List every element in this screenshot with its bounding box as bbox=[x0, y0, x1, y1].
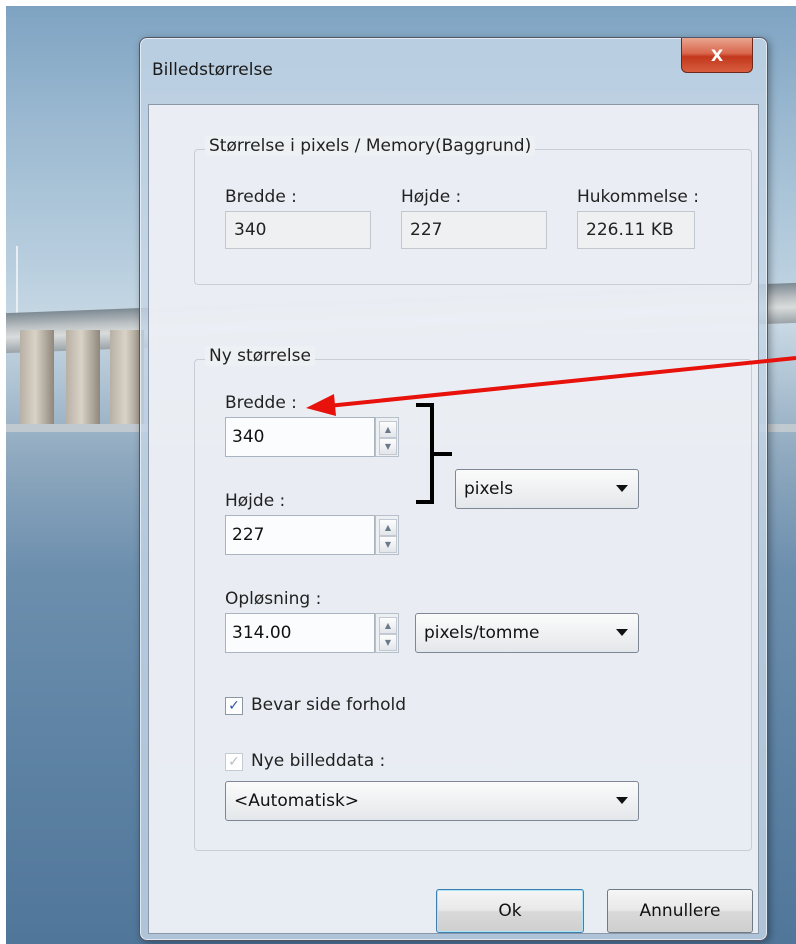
link-bracket bbox=[416, 403, 452, 504]
red-arrow-line bbox=[327, 356, 796, 408]
red-arrow-head bbox=[306, 394, 336, 416]
annotation-overlay bbox=[306, 356, 796, 504]
